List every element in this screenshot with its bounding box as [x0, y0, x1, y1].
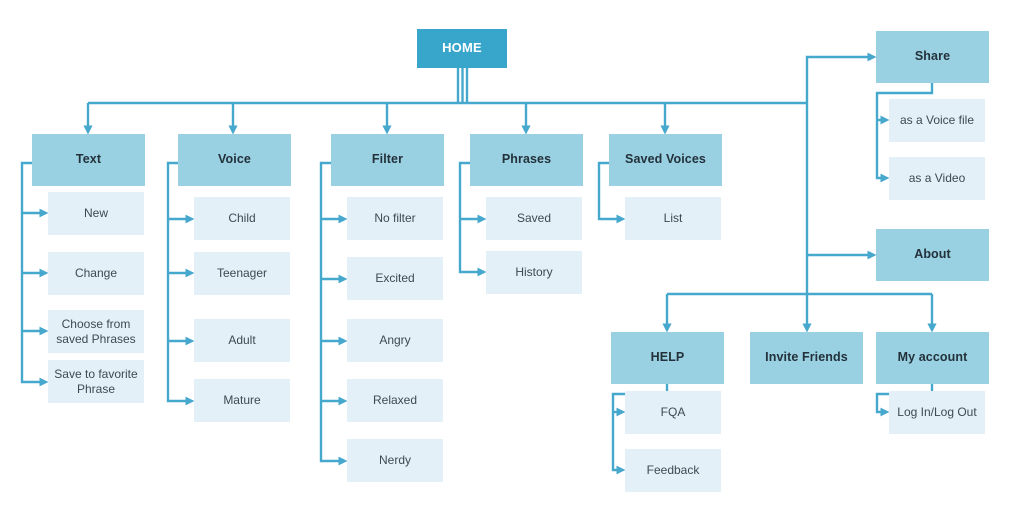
node-label-voice: Voice [218, 152, 251, 167]
node-label-share: Share [914, 49, 951, 64]
node-label-filter: Filter [371, 152, 404, 167]
node-filter-none[interactable]: No filter [347, 197, 443, 240]
node-label-my-account: My account [897, 350, 968, 365]
node-label-phrases-history: History [515, 265, 553, 279]
node-help[interactable]: HELP [611, 332, 724, 384]
node-filter[interactable]: Filter [331, 134, 444, 186]
node-phrases-saved[interactable]: Saved [486, 197, 582, 240]
node-label-share-voice-file: as a Voice file [899, 113, 975, 127]
node-label-filter-none: No filter [374, 211, 416, 225]
node-label-help-feedback: Feedback [646, 463, 700, 477]
node-phrases[interactable]: Phrases [470, 134, 583, 186]
node-voice-adult[interactable]: Adult [194, 319, 290, 362]
node-label-text-new: New [83, 206, 108, 220]
node-layer: HOME Text New Change Choose from saved Phras… [0, 0, 1024, 526]
node-label-text-save: Save to favorite Phrase [54, 366, 138, 396]
node-voice-teen[interactable]: Teenager [194, 252, 290, 295]
node-label-about: About [914, 247, 951, 262]
node-phrases-history[interactable]: History [486, 251, 582, 294]
node-share[interactable]: Share [876, 31, 989, 83]
sitemap-canvas: HOME Text New Change Choose from saved Phras… [0, 0, 1024, 526]
node-saved-voices[interactable]: Saved Voices [609, 134, 722, 186]
node-text-choose[interactable]: Choose from saved Phrases [48, 310, 144, 353]
node-label-text-choose: Choose from saved Phrases [56, 316, 136, 346]
node-filter-relaxed[interactable]: Relaxed [347, 379, 443, 422]
node-my-account-login[interactable]: Log In/Log Out [889, 391, 985, 434]
node-label-phrases-saved: Saved [516, 211, 552, 225]
node-label-my-account-login: Log In/Log Out [897, 405, 977, 419]
node-filter-nerdy[interactable]: Nerdy [347, 439, 443, 482]
node-label-help: HELP [650, 350, 685, 365]
node-label-voice-child: Child [228, 211, 256, 225]
node-label-saved-voices-list: List [663, 211, 683, 225]
node-label-text: Text [75, 152, 102, 167]
node-invite-friends[interactable]: Invite Friends [750, 332, 863, 384]
node-label-saved-voices: Saved Voices [625, 152, 706, 167]
node-label-text-change: Change [74, 266, 118, 280]
node-filter-excited[interactable]: Excited [347, 257, 443, 300]
node-filter-angry[interactable]: Angry [347, 319, 443, 362]
node-label-filter-angry: Angry [379, 333, 411, 347]
node-share-voice-file[interactable]: as a Voice file [889, 99, 985, 142]
node-voice-child[interactable]: Child [194, 197, 290, 240]
node-text-change[interactable]: Change [48, 252, 144, 295]
node-voice[interactable]: Voice [178, 134, 291, 186]
node-label-filter-nerdy: Nerdy [378, 453, 411, 467]
node-label-phrases: Phrases [501, 152, 552, 167]
node-text-new[interactable]: New [48, 192, 144, 235]
node-share-video[interactable]: as a Video [889, 157, 985, 200]
node-help-fqa[interactable]: FQA [625, 391, 721, 434]
node-label-voice-mature: Mature [223, 393, 261, 407]
node-label-home: HOME [442, 40, 482, 56]
node-label-filter-relaxed: Relaxed [372, 393, 418, 407]
node-label-voice-adult: Adult [228, 333, 256, 347]
node-label-share-video: as a Video [908, 171, 966, 185]
node-label-invite-friends: Invite Friends [765, 350, 848, 365]
node-text[interactable]: Text [32, 134, 145, 186]
node-text-save[interactable]: Save to favorite Phrase [48, 360, 144, 403]
node-home[interactable]: HOME [417, 29, 507, 68]
node-voice-mature[interactable]: Mature [194, 379, 290, 422]
node-saved-voices-list[interactable]: List [625, 197, 721, 240]
node-label-filter-excited: Excited [375, 271, 415, 285]
node-label-voice-teen: Teenager [216, 266, 268, 280]
node-help-feedback[interactable]: Feedback [625, 449, 721, 492]
node-my-account[interactable]: My account [876, 332, 989, 384]
node-label-help-fqa: FQA [660, 405, 686, 419]
node-about[interactable]: About [876, 229, 989, 281]
